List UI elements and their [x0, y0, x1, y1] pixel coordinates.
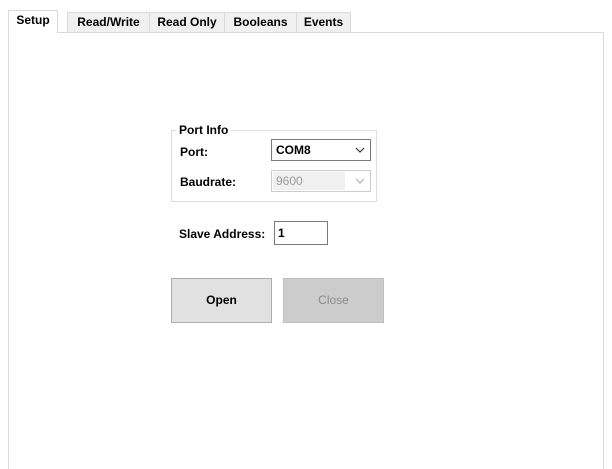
port-select[interactable]: COM8 [271, 139, 371, 161]
port-info-legend: Port Info [176, 123, 232, 137]
baudrate-label: Baudrate: [180, 175, 237, 189]
baudrate-select-value: 9600 [276, 174, 303, 188]
baudrate-select[interactable]: 9600 [271, 170, 371, 192]
open-button[interactable]: Open [171, 278, 272, 323]
port-select-value: COM8 [276, 143, 311, 157]
chevron-down-icon [350, 140, 370, 160]
tab-page-setup [8, 32, 604, 469]
tab-booleans[interactable]: Booleans [224, 12, 297, 32]
tab-strip: Setup Read/Write Read Only Booleans Even… [8, 10, 604, 33]
port-label: Port: [180, 145, 208, 159]
tab-read-write[interactable]: Read/Write [67, 12, 150, 32]
tab-setup[interactable]: Setup [8, 10, 58, 33]
tab-events[interactable]: Events [296, 12, 351, 32]
close-button[interactable]: Close [283, 278, 384, 323]
tab-read-only[interactable]: Read Only [149, 12, 225, 32]
slave-address-label: Slave Address: [179, 227, 266, 241]
setup-window: Setup Read/Write Read Only Booleans Even… [0, 0, 612, 469]
chevron-down-icon [350, 171, 370, 191]
slave-address-input[interactable]: 1 [274, 221, 328, 245]
